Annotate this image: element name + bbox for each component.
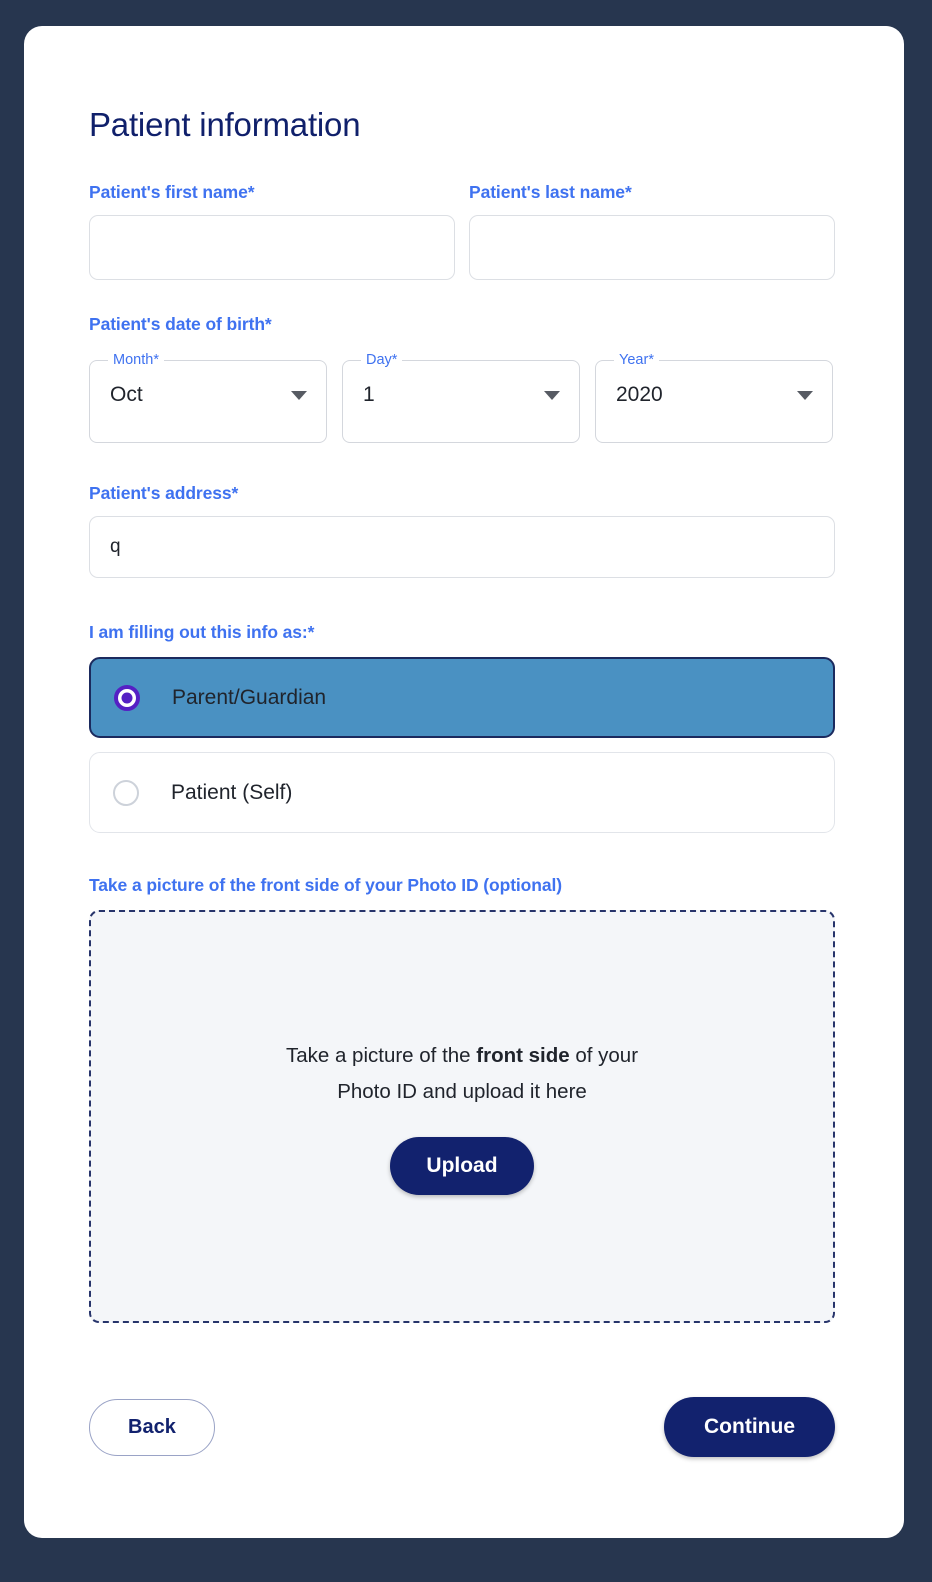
radio-selected-icon xyxy=(114,684,140,711)
year-select[interactable]: Year* 2020 xyxy=(595,353,833,443)
page-title: Patient information xyxy=(89,106,361,143)
month-required-mark: * xyxy=(153,352,159,368)
dropzone-text-emphasis: front side xyxy=(476,1043,570,1067)
patient-information-card: Patient information Patient's first name… xyxy=(24,26,904,1538)
day-required-mark: * xyxy=(391,352,398,368)
dropzone-instructions: Take a picture of the front side of your… xyxy=(262,1038,662,1110)
month-selected-value: Oct xyxy=(110,383,143,406)
day-selected-value: 1 xyxy=(363,383,375,406)
photo-id-label: Take a picture of the front side of your… xyxy=(89,875,562,895)
footer-actions: Back Continue xyxy=(89,1397,835,1457)
last-name-label: Patient's last name* xyxy=(469,182,835,203)
name-row: Patient's first name* Patient's last nam… xyxy=(89,182,835,280)
date-of-birth-row: Month* Oct Day* 1 Year* 2020 xyxy=(89,353,835,443)
chevron-down-icon xyxy=(544,391,560,400)
radio-option-patient-self[interactable]: Patient (Self) xyxy=(89,752,835,833)
radio-unselected-icon xyxy=(113,779,139,806)
radio-option-label: Parent/Guardian xyxy=(172,685,327,709)
day-select[interactable]: Day* 1 xyxy=(342,353,580,443)
radio-option-label: Patient (Self) xyxy=(171,780,293,804)
last-name-label-text: Patient's last name xyxy=(469,182,625,202)
address-label-text: Patient's address xyxy=(89,483,232,503)
year-label-text: Year xyxy=(619,352,649,368)
filling-out-as-required-mark: * xyxy=(307,622,315,642)
first-name-label-text: Patient's first name xyxy=(89,182,248,202)
form-content: Patient information Patient's first name… xyxy=(89,26,835,1457)
first-name-label: Patient's first name* xyxy=(89,182,455,203)
address-required-mark: * xyxy=(231,483,239,503)
date-of-birth-label: Patient's date of birth* xyxy=(89,314,835,335)
last-name-field-group: Patient's last name* xyxy=(469,182,835,280)
date-of-birth-label-text: Patient's date of birth xyxy=(89,314,265,334)
last-name-required-mark: * xyxy=(624,182,632,202)
day-label-text: Day xyxy=(366,352,392,368)
year-select-legend: Year* xyxy=(614,353,659,368)
month-select[interactable]: Month* Oct xyxy=(89,353,327,443)
filling-out-as-label-text: I am filling out this info as: xyxy=(89,622,308,642)
filling-out-as-label: I am filling out this info as:* xyxy=(89,622,835,643)
address-label: Patient's address* xyxy=(89,483,835,504)
first-name-input[interactable] xyxy=(89,215,455,280)
address-input[interactable] xyxy=(89,516,835,578)
day-select-legend: Day* xyxy=(361,353,402,368)
year-selected-value: 2020 xyxy=(616,383,663,406)
photo-id-dropzone[interactable]: Take a picture of the front side of your… xyxy=(89,910,835,1323)
chevron-down-icon xyxy=(291,391,307,400)
month-label-text: Month xyxy=(113,352,154,368)
dropzone-text-before: Take a picture of the xyxy=(285,1043,477,1067)
month-select-legend: Month* xyxy=(108,353,164,368)
first-name-field-group: Patient's first name* xyxy=(89,182,455,280)
radio-option-parent-guardian[interactable]: Parent/Guardian xyxy=(89,657,835,738)
date-of-birth-required-mark: * xyxy=(264,314,272,334)
continue-button[interactable]: Continue xyxy=(664,1397,835,1457)
first-name-required-mark: * xyxy=(247,182,255,202)
last-name-input[interactable] xyxy=(469,215,835,280)
upload-button[interactable]: Upload xyxy=(390,1137,534,1196)
year-required-mark: * xyxy=(648,352,654,368)
back-button[interactable]: Back xyxy=(89,1398,215,1456)
chevron-down-icon xyxy=(797,391,813,400)
